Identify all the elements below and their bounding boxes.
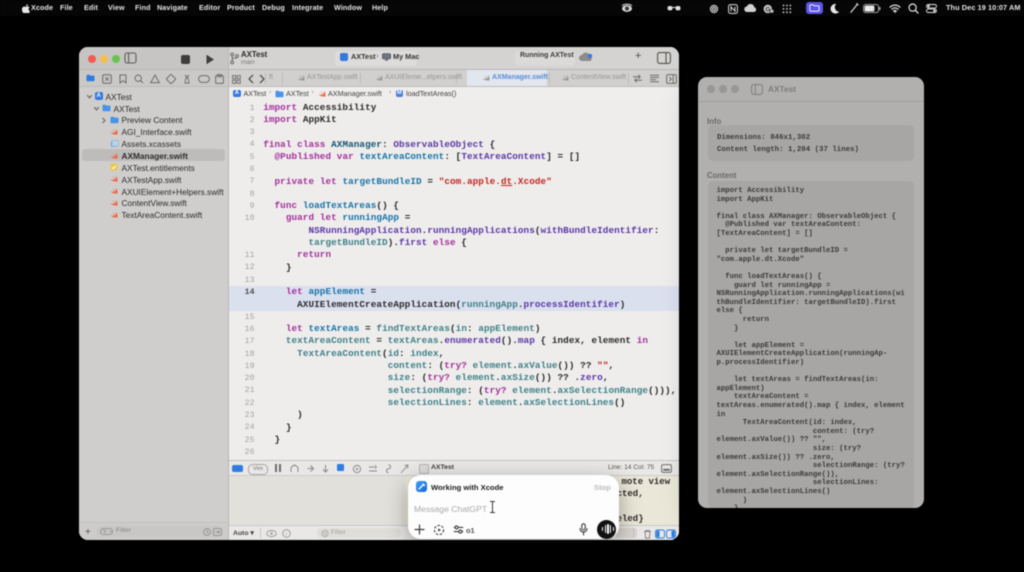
svg-text:i: i bbox=[285, 531, 287, 537]
svg-text:67: 67 bbox=[866, 7, 873, 13]
svg-text:G: G bbox=[765, 6, 770, 13]
